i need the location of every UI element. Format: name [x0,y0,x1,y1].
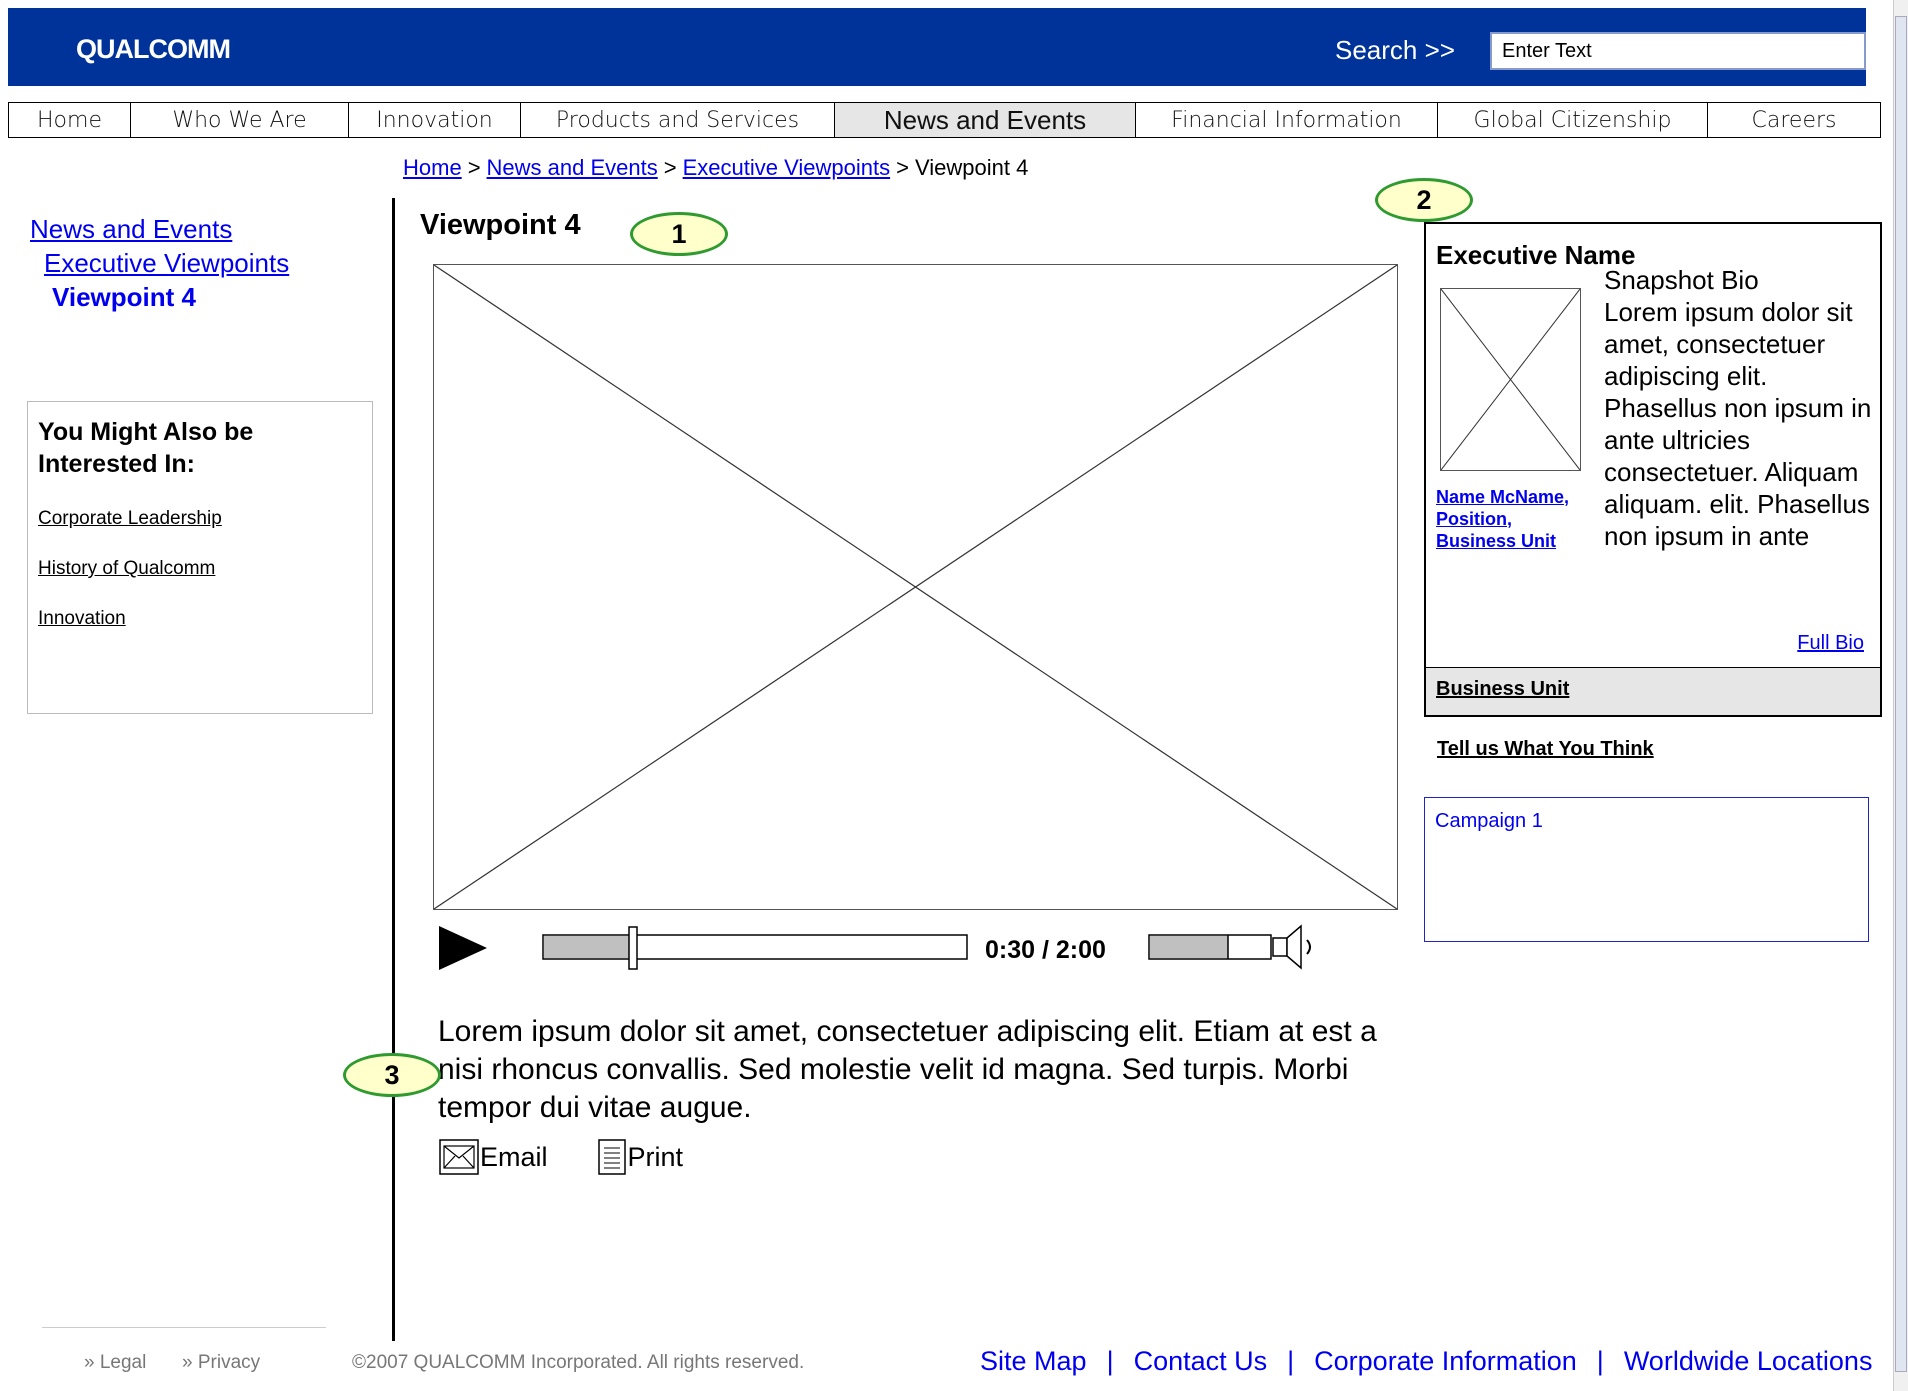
feedback-link[interactable]: Tell us What You Think [1437,738,1654,761]
related-links-box: You Might Also be Interested In: Corpora… [27,401,373,714]
annotation-marker-2: 2 [1375,178,1473,222]
search-label: Search >> [1335,35,1455,65]
nav-news-and-events[interactable]: News and Events [835,103,1136,137]
section-nav: News and Events Executive Viewpoints Vie… [30,212,289,314]
placeholder-cross-icon [434,265,1397,909]
campaign-label: Campaign 1 [1435,810,1543,832]
site-header: QUALCOMM Search >> [8,8,1866,86]
executive-caption-name: Name McName, [1436,487,1570,507]
video-time: 0:30 / 2:00 [985,936,1106,964]
executive-caption-unit: Business Unit [1436,531,1557,551]
related-link-innovation[interactable]: Innovation [38,608,362,630]
speaker-icon[interactable] [1272,924,1311,970]
breadcrumb-separator: > [467,155,481,180]
executive-caption-position: Position, [1436,509,1512,529]
footer-worldwide-locations[interactable]: Worldwide Locations [1624,1346,1873,1376]
volume-bar[interactable] [1148,934,1272,960]
footer-legal-link[interactable]: » Legal [84,1352,146,1374]
nav-global-citizenship[interactable]: Global Citizenship [1438,103,1708,137]
breadcrumb-executive-viewpoints[interactable]: Executive Viewpoints [683,155,891,180]
article-body: Lorem ipsum dolor sit amet, consectetuer… [438,1015,1377,1124]
breadcrumb-news-and-events[interactable]: News and Events [487,155,658,180]
nav-products-and-services[interactable]: Products and Services [521,103,835,137]
footer-separator: | [1287,1346,1295,1376]
bio-text: Lorem ipsum dolor sit amet, consectetuer… [1604,297,1872,551]
print-action[interactable]: Print [596,1136,684,1178]
nav-financial-information[interactable]: Financial Information [1136,103,1438,137]
nav-innovation[interactable]: Innovation [349,103,521,137]
breadcrumb-separator: > [663,155,677,180]
footer-copyright: ©2007 QUALCOMM Incorporated. All rights … [352,1352,805,1373]
qualcomm-logo[interactable]: QUALCOMM [76,34,231,65]
email-icon [439,1139,479,1175]
executive-photo-placeholder [1440,288,1581,471]
search-input[interactable] [1490,32,1866,70]
print-label: Print [627,1141,684,1172]
business-unit-link[interactable]: Business Unit [1426,667,1880,715]
page-title: Viewpoint 4 [420,209,581,241]
placeholder-cross-icon [1441,289,1580,470]
column-divider [392,198,395,1341]
related-link-corporate-leadership[interactable]: Corporate Leadership [38,508,362,530]
breadcrumb: Home > News and Events > Executive Viewpoint… [403,155,1028,181]
section-nav-news-and-events[interactable]: News and Events [30,214,232,244]
executive-bio: Snapshot Bio Lorem ipsum dolor sit amet,… [1604,264,1874,552]
nav-who-we-are[interactable]: Who We Are [131,103,349,137]
breadcrumb-home[interactable]: Home [403,155,462,180]
nav-careers[interactable]: Careers [1708,103,1880,137]
play-icon[interactable] [439,926,487,970]
annotation-marker-1: 1 [630,212,728,256]
annotation-marker-3: 3 [343,1053,441,1097]
campaign-box[interactable]: Campaign 1 [1424,797,1869,942]
video-controls [433,920,1398,976]
related-title: You Might Also be Interested In: [38,418,254,478]
full-bio-link[interactable]: Full Bio [1797,632,1864,655]
video-placeholder[interactable] [433,264,1398,910]
nav-home[interactable]: Home [9,103,131,137]
share-actions: Email Print [438,1136,731,1178]
footer-divider [42,1327,326,1328]
footer-site-map[interactable]: Site Map [980,1346,1087,1376]
footer-separator: | [1106,1346,1114,1376]
footer-privacy-link[interactable]: » Privacy [182,1352,260,1374]
bio-title: Snapshot Bio [1604,265,1759,295]
footer-links: Site Map | Contact Us | Corporate Informatio… [980,1346,1872,1377]
main-nav: Home Who We Are Innovation Products and … [8,102,1881,138]
related-link-history[interactable]: History of Qualcomm [38,558,362,580]
executive-caption-link[interactable]: Name McName, Position, Business Unit [1436,486,1569,552]
section-nav-current: Viewpoint 4 [52,282,196,312]
footer-contact-us[interactable]: Contact Us [1134,1346,1268,1376]
breadcrumb-current: Viewpoint 4 [914,155,1029,180]
email-action[interactable]: Email [438,1136,548,1178]
footer-corporate-information[interactable]: Corporate Information [1314,1346,1577,1376]
section-nav-executive-viewpoints[interactable]: Executive Viewpoints [44,248,289,278]
email-label: Email [480,1141,548,1172]
breadcrumb-separator: > [896,155,909,180]
print-icon [597,1139,626,1175]
seek-bar[interactable] [542,926,968,970]
footer-separator: | [1596,1346,1604,1376]
seek-handle [628,926,638,970]
scrollbar-thumb[interactable] [1895,16,1907,1372]
executive-box: Executive Name Name McName, Position, Bu… [1424,222,1882,717]
vertical-scrollbar[interactable] [1893,0,1908,1391]
